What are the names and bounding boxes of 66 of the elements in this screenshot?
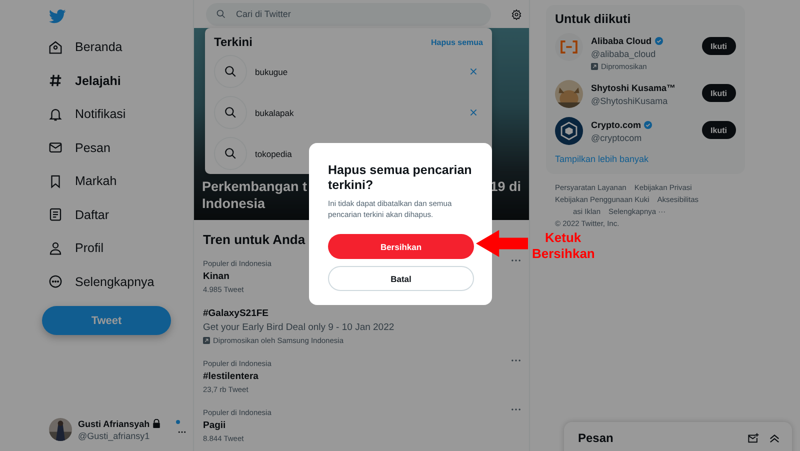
bookmark-icon bbox=[48, 174, 63, 189]
search-field[interactable]: Cari di Twitter bbox=[206, 2, 491, 26]
recent-search[interactable]: tokopedia bbox=[255, 148, 292, 158]
nav-item[interactable]: Pesan bbox=[42, 136, 110, 159]
promoted-icon bbox=[203, 337, 210, 344]
house-icon bbox=[48, 40, 63, 55]
hero-title: 19 di bbox=[490, 178, 521, 195]
clear-button[interactable]: Bersihkan bbox=[328, 234, 474, 259]
new-message-icon[interactable] bbox=[748, 433, 759, 443]
bird-logo-icon[interactable] bbox=[49, 9, 66, 24]
follow-button[interactable]: Ikuti bbox=[702, 84, 736, 102]
trend-name[interactable]: #GalaxyS21FE bbox=[203, 308, 268, 319]
search-icon bbox=[214, 55, 247, 88]
trend-description: Get your Early Bird Deal only 9 - 10 Jan 2022 bbox=[203, 322, 394, 333]
more-icon[interactable] bbox=[511, 408, 521, 411]
search-icon bbox=[214, 96, 247, 129]
arrow-icon bbox=[475, 230, 529, 257]
bell-icon bbox=[48, 106, 63, 122]
more-icon[interactable] bbox=[511, 259, 521, 262]
cancel-button[interactable]: Batal bbox=[328, 266, 474, 291]
nav-item[interactable]: Daftar bbox=[42, 204, 110, 226]
section-title: Tren untuk Anda bbox=[203, 232, 306, 247]
envelope-icon bbox=[48, 140, 63, 156]
trend-name[interactable]: #lestilentera bbox=[203, 371, 258, 382]
nav-item[interactable]: Selengkapnya bbox=[42, 270, 154, 293]
more-icon[interactable] bbox=[511, 359, 521, 362]
hero-title: Perkembangan t bbox=[202, 178, 308, 195]
hashtag-icon bbox=[48, 73, 63, 88]
promoted-icon bbox=[591, 63, 598, 70]
person-icon bbox=[48, 240, 63, 256]
shield-logo-icon bbox=[555, 117, 583, 145]
trend-name[interactable]: Kinan bbox=[203, 271, 230, 282]
account-name[interactable]: Crypto.com bbox=[591, 120, 642, 130]
account-handle: @Gusti_afriansy1 bbox=[78, 430, 151, 440]
account-name: Gusti Afriansyah bbox=[78, 418, 150, 428]
settings-icon[interactable] bbox=[511, 8, 522, 20]
nav-item[interactable]: Beranda bbox=[42, 36, 122, 58]
close-icon[interactable] bbox=[470, 109, 477, 116]
panel-title: Terkini bbox=[214, 35, 252, 49]
card-title: Untuk diikuti bbox=[555, 12, 632, 26]
nav-item[interactable]: Markah bbox=[42, 170, 117, 192]
nav-item[interactable]: Notifikasi bbox=[42, 103, 126, 126]
follow-button[interactable]: Ikuti bbox=[702, 37, 736, 55]
search-icon bbox=[214, 137, 247, 170]
messages-drawer[interactable]: Pesan bbox=[564, 422, 792, 451]
hero-title: Indonesia bbox=[202, 195, 266, 212]
nav-item[interactable]: Jelajahi bbox=[42, 70, 121, 92]
collapse-icon[interactable] bbox=[769, 433, 780, 443]
annotation-text: Ketuk bbox=[545, 230, 582, 246]
more-icon bbox=[48, 274, 63, 290]
close-icon[interactable] bbox=[470, 68, 477, 75]
annotation-text: Bersihkan bbox=[532, 246, 595, 262]
dialog-title: Hapus semua pencarian terkini? bbox=[328, 163, 473, 193]
drawer-title: Pesan bbox=[578, 431, 614, 445]
trend-name[interactable]: Pagii bbox=[203, 420, 226, 431]
search-icon bbox=[216, 9, 226, 19]
recent-search[interactable]: bukugue bbox=[255, 66, 288, 76]
account-handle: @ShytoshiKusama bbox=[591, 96, 669, 106]
nav-item[interactable]: Profil bbox=[42, 237, 104, 260]
account-name[interactable]: Alibaba Cloud bbox=[591, 36, 652, 46]
account-handle: @alibaba_cloud bbox=[591, 49, 657, 59]
account-name[interactable]: Shytoshi Kusama™ bbox=[591, 83, 676, 93]
account-handle: @cryptocom bbox=[591, 133, 643, 143]
recent-search[interactable]: bukalapak bbox=[255, 108, 294, 118]
list-icon bbox=[48, 207, 63, 222]
follow-button[interactable]: Ikuti bbox=[702, 121, 736, 139]
